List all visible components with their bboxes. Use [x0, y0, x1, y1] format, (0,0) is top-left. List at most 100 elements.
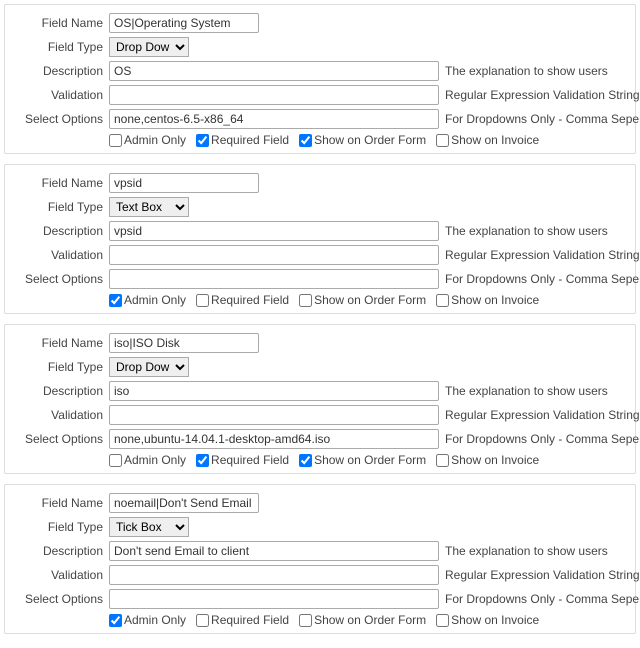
custom-field-block: Field Name Field TypeDrop DownText BoxTic…: [4, 164, 636, 314]
custom-field-block: Field Name Field TypeDrop DownText BoxTic…: [4, 484, 636, 634]
description-help: The explanation to show users: [439, 64, 608, 78]
checkbox-show_on_order_form[interactable]: Show on Order Form: [299, 453, 426, 467]
form-row: Field TypeDrop DownText BoxTick Box: [9, 517, 631, 537]
checkbox-show_on_order_form[interactable]: Show on Order Form: [299, 613, 426, 627]
checkbox-show_on_order_form[interactable]: Show on Order Form: [299, 133, 426, 147]
checkbox-required_field-input[interactable]: [196, 454, 209, 467]
checkbox-required_field-label: Required Field: [211, 453, 289, 467]
field-type-select[interactable]: Drop DownText BoxTick Box: [109, 517, 189, 537]
select-options-input[interactable]: [109, 269, 439, 289]
checkbox-admin_only-input[interactable]: [109, 614, 122, 627]
checkbox-admin_only[interactable]: Admin Only: [109, 613, 186, 627]
checkbox-admin_only[interactable]: Admin Only: [109, 293, 186, 307]
select-options-input[interactable]: [109, 429, 439, 449]
description-help: The explanation to show users: [439, 384, 608, 398]
form-row: ValidationRegular Expression Validation …: [9, 405, 631, 425]
validation-input[interactable]: [109, 245, 439, 265]
input-col: [109, 269, 439, 289]
checkbox-required_field-input[interactable]: [196, 614, 209, 627]
input-col: [109, 61, 439, 81]
checkbox-admin_only-input[interactable]: [109, 134, 122, 147]
form-row: Field TypeDrop DownText BoxTick Box: [9, 357, 631, 377]
field-type-select[interactable]: Drop DownText BoxTick Box: [109, 37, 189, 57]
checkbox-admin_only-label: Admin Only: [124, 133, 186, 147]
validation-label: Validation: [9, 248, 109, 262]
input-col: Drop DownText BoxTick Box: [109, 517, 189, 537]
checkbox-row: Admin Only Required Field Show on Order Fo…: [9, 133, 631, 147]
checkbox-show_on_order_form-input[interactable]: [299, 614, 312, 627]
checkbox-row: Admin Only Required Field Show on Order Fo…: [9, 453, 631, 467]
input-col: [109, 109, 439, 129]
input-col: [109, 405, 439, 425]
checkbox-show_on_order_form-input[interactable]: [299, 134, 312, 147]
description-input[interactable]: [109, 221, 439, 241]
custom-field-block: Field Name Field TypeDrop DownText BoxTic…: [4, 324, 636, 474]
checkbox-show_on_invoice[interactable]: Show on Invoice: [436, 453, 539, 467]
checkbox-admin_only-input[interactable]: [109, 294, 122, 307]
checkbox-show_on_order_form-label: Show on Order Form: [314, 613, 426, 627]
checkbox-admin_only[interactable]: Admin Only: [109, 453, 186, 467]
checkbox-show_on_order_form-input[interactable]: [299, 454, 312, 467]
checkbox-show_on_order_form-label: Show on Order Form: [314, 293, 426, 307]
checkbox-admin_only[interactable]: Admin Only: [109, 133, 186, 147]
form-row: Select OptionsFor Dropdowns Only - Comma…: [9, 269, 631, 289]
input-col: [109, 493, 259, 513]
description-input[interactable]: [109, 381, 439, 401]
checkbox-required_field-input[interactable]: [196, 294, 209, 307]
input-col: [109, 381, 439, 401]
checkbox-required_field[interactable]: Required Field: [196, 453, 289, 467]
validation-input[interactable]: [109, 565, 439, 585]
checkbox-required_field[interactable]: Required Field: [196, 613, 289, 627]
form-row: Field Name: [9, 333, 631, 353]
checkbox-required_field[interactable]: Required Field: [196, 293, 289, 307]
checkbox-show_on_invoice-input[interactable]: [436, 454, 449, 467]
checkbox-row: Admin Only Required Field Show on Order Fo…: [9, 613, 631, 627]
field-name-input[interactable]: [109, 333, 259, 353]
checkbox-show_on_invoice-label: Show on Invoice: [451, 293, 539, 307]
checkbox-show_on_invoice[interactable]: Show on Invoice: [436, 133, 539, 147]
checkbox-admin_only-input[interactable]: [109, 454, 122, 467]
form-row: Select OptionsFor Dropdowns Only - Comma…: [9, 109, 631, 129]
checkbox-show_on_invoice-input[interactable]: [436, 294, 449, 307]
form-row: DescriptionThe explanation to show users: [9, 541, 631, 561]
checkbox-show_on_invoice[interactable]: Show on Invoice: [436, 613, 539, 627]
validation-input[interactable]: [109, 405, 439, 425]
form-row: ValidationRegular Expression Validation …: [9, 245, 631, 265]
select_options-help: For Dropdowns Only - Comma Seperated Lis…: [439, 112, 640, 126]
checkbox-required_field-label: Required Field: [211, 293, 289, 307]
checkbox-show_on_invoice-input[interactable]: [436, 134, 449, 147]
checkbox-show_on_invoice[interactable]: Show on Invoice: [436, 293, 539, 307]
input-col: [109, 565, 439, 585]
field-name-input[interactable]: [109, 13, 259, 33]
field-type-select[interactable]: Drop DownText BoxTick Box: [109, 197, 189, 217]
validation-input[interactable]: [109, 85, 439, 105]
field-type-select[interactable]: Drop DownText BoxTick Box: [109, 357, 189, 377]
checkbox-required_field[interactable]: Required Field: [196, 133, 289, 147]
field-name-input[interactable]: [109, 493, 259, 513]
description-label: Description: [9, 384, 109, 398]
form-row: Description The explanation to show users: [9, 221, 631, 241]
checkbox-required_field-input[interactable]: [196, 134, 209, 147]
select-options-input[interactable]: [109, 109, 439, 129]
validation-label: Validation: [9, 568, 109, 582]
checkbox-show_on_order_form[interactable]: Show on Order Form: [299, 293, 426, 307]
description-label: Description: [9, 224, 109, 238]
description-input[interactable]: [109, 61, 439, 81]
custom-field-block: Field NameField TypeDrop DownText BoxTic…: [4, 4, 636, 154]
checkbox-required_field-label: Required Field: [211, 133, 289, 147]
field_type-label: Field Type: [9, 360, 109, 374]
checkbox-show_on_invoice-input[interactable]: [436, 614, 449, 627]
form-row: Field Name: [9, 13, 631, 33]
input-col: [109, 589, 439, 609]
field-name-input[interactable]: [109, 173, 259, 193]
form-row: Field Name: [9, 493, 631, 513]
description-help: The explanation to show users: [439, 224, 608, 238]
checkbox-show_on_order_form-input[interactable]: [299, 294, 312, 307]
description-input[interactable]: [109, 541, 439, 561]
input-col: [109, 429, 439, 449]
field_type-label: Field Type: [9, 200, 109, 214]
field_name-label: Field Name: [9, 336, 109, 350]
field_name-label: Field Name: [9, 176, 109, 190]
select-options-input[interactable]: [109, 589, 439, 609]
input-col: [109, 333, 259, 353]
